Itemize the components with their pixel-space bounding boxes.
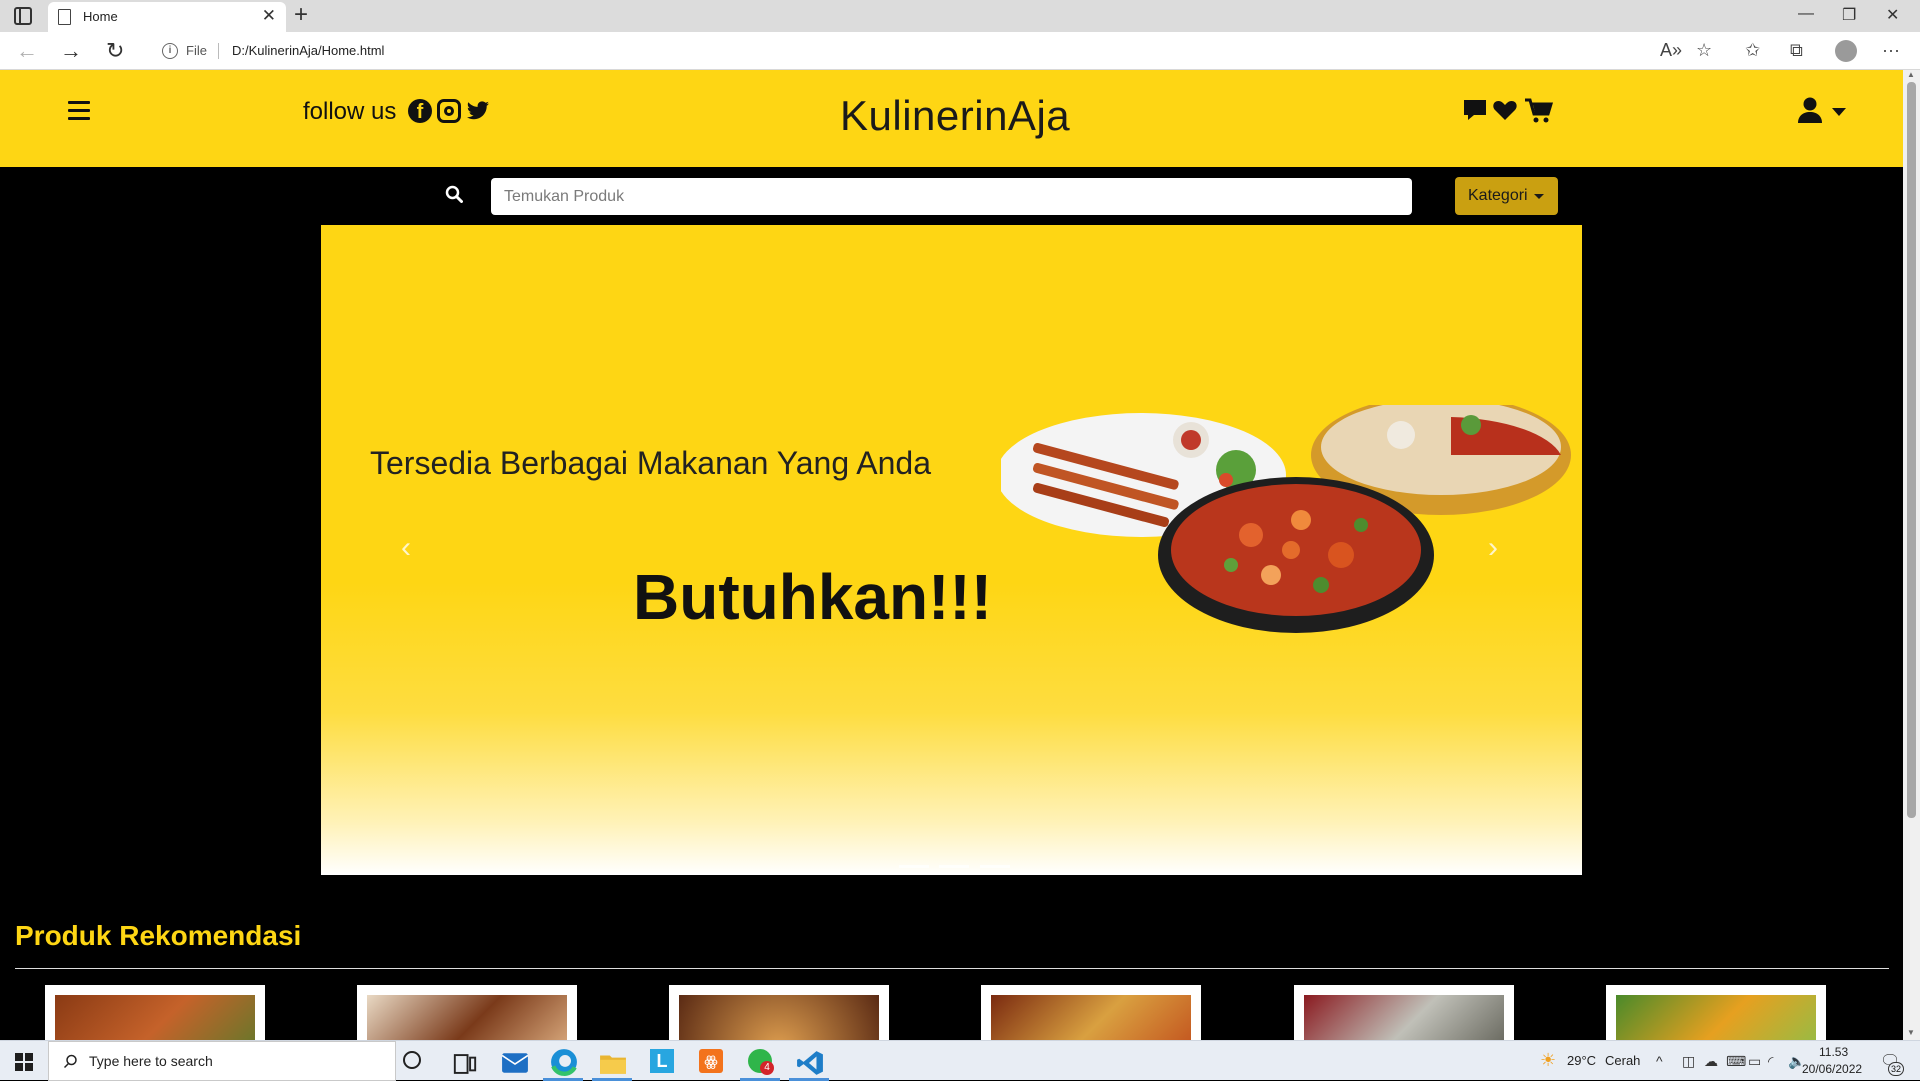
profile-avatar[interactable] xyxy=(1835,40,1857,62)
task-view-icon[interactable] xyxy=(451,1050,479,1078)
touch-keyboard-icon[interactable]: ⌨ xyxy=(1726,1053,1746,1070)
recommendations-divider xyxy=(15,968,1889,969)
page-scrollbar[interactable]: ▲ ▼ xyxy=(1903,70,1920,1040)
search-input[interactable] xyxy=(491,178,1412,215)
browser-tab-bar: Home ✕ + — ❐ ✕ xyxy=(0,0,1920,32)
user-icon[interactable] xyxy=(1797,96,1823,124)
page-viewport: follow us f KulinerinAja Kategori Tersed… xyxy=(0,70,1903,1040)
product-image xyxy=(55,995,255,1040)
browser-tab-home[interactable]: Home ✕ xyxy=(48,2,286,32)
clock-time[interactable]: 11.53 xyxy=(1819,1045,1848,1059)
onedrive-icon[interactable]: ☁ xyxy=(1704,1053,1718,1070)
search-icon[interactable] xyxy=(445,185,463,203)
vscode-icon[interactable] xyxy=(796,1049,824,1077)
more-menu-icon[interactable]: ··· xyxy=(1882,40,1900,61)
product-card[interactable] xyxy=(669,985,889,1040)
carousel-indicators xyxy=(896,855,1013,873)
windows-taskbar: Type here to search L ꙮ 4 ☀ 29°C Cerah ^… xyxy=(0,1040,1920,1081)
add-favorite-icon[interactable]: ☆ xyxy=(1696,40,1712,61)
weather-description[interactable]: Cerah xyxy=(1605,1053,1640,1068)
address-divider xyxy=(218,43,219,59)
favorites-icon[interactable]: ✩ xyxy=(1745,40,1760,61)
site-header: follow us f KulinerinAja xyxy=(0,70,1903,167)
whatsapp-badge: 4 xyxy=(760,1061,774,1075)
restore-button[interactable]: ❐ xyxy=(1842,5,1856,25)
close-window-button[interactable]: ✕ xyxy=(1886,5,1899,25)
tab-close-button[interactable]: ✕ xyxy=(262,6,276,26)
carousel-indicator[interactable] xyxy=(899,865,929,868)
recommendations-title: Produk Rekomendasi xyxy=(15,920,302,951)
tab-title: Home xyxy=(83,9,118,24)
minimize-button[interactable]: — xyxy=(1798,5,1814,23)
notification-count-badge: 32 xyxy=(1888,1062,1904,1076)
instagram-icon[interactable] xyxy=(437,99,461,123)
product-image xyxy=(991,995,1191,1040)
scroll-down-icon[interactable]: ▼ xyxy=(1907,1028,1915,1037)
product-card[interactable] xyxy=(357,985,577,1040)
product-image xyxy=(1304,995,1504,1040)
carousel-next-button[interactable]: › xyxy=(1488,531,1498,565)
l-app-icon[interactable]: L xyxy=(650,1049,674,1073)
reload-icon[interactable]: ↻ xyxy=(106,38,124,64)
weather-icon[interactable]: ☀ xyxy=(1540,1050,1556,1071)
mail-icon[interactable] xyxy=(501,1049,529,1077)
kategori-dropdown-button[interactable]: Kategori xyxy=(1455,177,1558,215)
product-image xyxy=(679,995,879,1040)
follow-us-label: follow us xyxy=(303,98,397,125)
windows-start-icon[interactable] xyxy=(15,1053,33,1071)
carousel-indicator[interactable] xyxy=(979,865,1010,868)
hamburger-menu-icon[interactable] xyxy=(68,101,90,121)
clock-date[interactable]: 20/06/2022 xyxy=(1802,1062,1862,1076)
carousel-prev-button[interactable]: ‹ xyxy=(401,531,411,565)
address-scheme: File xyxy=(186,43,207,58)
user-dropdown-caret-icon[interactable] xyxy=(1832,108,1846,116)
info-icon[interactable]: i xyxy=(162,43,178,59)
product-card[interactable] xyxy=(981,985,1201,1040)
collections-icon[interactable]: ⧉ xyxy=(1790,40,1803,61)
edge-browser-icon[interactable] xyxy=(550,1048,578,1076)
food-dishes-image xyxy=(1001,405,1571,633)
cart-icon[interactable] xyxy=(1524,98,1554,124)
forward-arrow-icon[interactable]: → xyxy=(60,38,82,64)
carousel-indicator[interactable] xyxy=(939,865,970,868)
tab-actions-icon[interactable] xyxy=(14,7,32,25)
product-card[interactable] xyxy=(1606,985,1826,1040)
product-image xyxy=(367,995,567,1040)
product-card[interactable] xyxy=(45,985,265,1040)
meet-now-icon[interactable]: ◫ xyxy=(1682,1053,1695,1070)
taskbar-search-box[interactable]: Type here to search xyxy=(48,1041,396,1081)
scrollbar-thumb[interactable] xyxy=(1907,82,1916,818)
heart-icon[interactable] xyxy=(1492,98,1518,122)
xampp-icon[interactable]: ꙮ xyxy=(699,1049,723,1073)
new-tab-button[interactable]: + xyxy=(294,1,308,29)
cortana-icon[interactable] xyxy=(403,1051,421,1069)
read-aloud-icon[interactable]: A» xyxy=(1660,40,1682,61)
product-card[interactable] xyxy=(1294,985,1514,1040)
carousel-headline: Tersedia Berbagai Makanan Yang Anda xyxy=(370,445,931,481)
chat-icon[interactable] xyxy=(1462,98,1488,122)
twitter-icon[interactable] xyxy=(466,99,490,123)
product-image xyxy=(1616,995,1816,1040)
scroll-up-icon[interactable]: ▲ xyxy=(1907,70,1915,79)
document-icon xyxy=(58,9,71,25)
battery-icon[interactable]: ▭ xyxy=(1748,1053,1761,1070)
taskbar-search-placeholder: Type here to search xyxy=(89,1053,213,1069)
brand-title[interactable]: KulinerinAja xyxy=(840,92,1070,140)
hero-carousel: Tersedia Berbagai Makanan Yang Anda Butu… xyxy=(321,225,1582,875)
wifi-icon[interactable]: ◜ xyxy=(1768,1053,1773,1070)
show-hidden-icons-chevron-icon[interactable]: ^ xyxy=(1656,1053,1663,1069)
file-explorer-icon[interactable] xyxy=(599,1049,627,1077)
facebook-icon[interactable]: f xyxy=(408,99,432,123)
search-icon xyxy=(63,1054,77,1069)
browser-address-bar: ← → ↻ i File D:/KulinerinAja/Home.html A… xyxy=(0,32,1920,70)
back-arrow-icon[interactable]: ← xyxy=(16,38,38,64)
carousel-emphasis: Butuhkan!!! xyxy=(633,561,993,633)
address-url[interactable]: D:/KulinerinAja/Home.html xyxy=(232,43,384,58)
weather-temperature[interactable]: 29°C xyxy=(1567,1053,1596,1068)
